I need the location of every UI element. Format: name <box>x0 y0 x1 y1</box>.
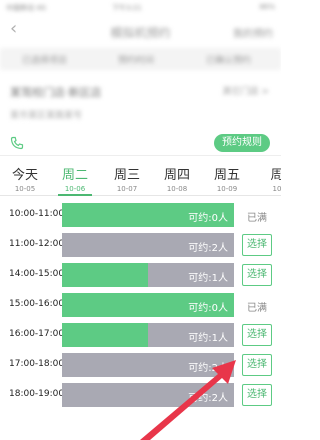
phone-icon[interactable] <box>10 136 24 150</box>
tab-date-label: 10-07 <box>116 185 138 193</box>
slot-full-label: 已满 <box>247 303 267 314</box>
slot-time: 15:00-16:00 <box>9 299 65 309</box>
slot-capacity-bar: 可约:0人 <box>62 203 234 227</box>
slot-time: 10:00-11:00 <box>9 209 65 219</box>
select-slot-button[interactable]: 选择 <box>242 354 272 376</box>
time-slot-row: 10:00-11:00 可约:0人 已满 <box>0 203 281 227</box>
tab-day-2[interactable]: 周三 10-07 <box>102 158 152 196</box>
time-slot-row: 11:00-12:00 可约:2人 选择 <box>0 233 281 257</box>
slot-capacity-text: 可约:0人 <box>188 213 228 224</box>
tab-date-label: 10-06 <box>64 185 86 193</box>
time-slot-row: 14:00-15:00 可约:1人 选择 <box>0 263 281 287</box>
booking-page: 中国移动 4G 下午3:21 86% ‹ 模拟机预约 我的预约 已选择项目 预约… <box>0 0 281 440</box>
tab-date-label: 10-05 <box>14 185 36 193</box>
time-slot-row: 18:00-19:00 可约:2人 选择 <box>0 383 281 407</box>
select-slot-button[interactable]: 选择 <box>242 264 272 286</box>
store-address: 某市某区某路某号 <box>10 111 83 121</box>
slot-time: 14:00-15:00 <box>9 269 65 279</box>
slot-capacity-fill <box>62 323 148 347</box>
tab-day-5[interactable]: 周 10 <box>252 158 281 196</box>
tab-day-1[interactable]: 周二 10-06 <box>50 158 100 196</box>
clock-text: 下午3:21 <box>112 4 142 12</box>
select-slot-button[interactable]: 选择 <box>242 324 272 346</box>
carrier-text: 中国移动 4G <box>6 4 47 12</box>
my-bookings-link[interactable]: 我的预约 <box>233 25 273 40</box>
other-stores-link[interactable]: 其它门店 > <box>223 84 269 97</box>
tab-day-4[interactable]: 周五 10-09 <box>202 158 252 196</box>
slot-capacity-bar: 可约:2人 <box>62 353 234 377</box>
slot-capacity-text: 可约:2人 <box>188 393 228 404</box>
slot-capacity-text: 可约:1人 <box>188 333 228 344</box>
slot-capacity-bar: 可约:2人 <box>62 233 234 257</box>
slot-capacity-bar: 可约:2人 <box>62 383 234 407</box>
time-slot-row: 17:00-18:00 可约:2人 选择 <box>0 353 281 377</box>
slot-capacity-text: 可约:1人 <box>188 273 228 284</box>
tab-date-label: 10-08 <box>166 185 188 193</box>
tab-date-label: 10-09 <box>216 185 238 193</box>
slot-capacity-text: 可约:2人 <box>188 243 228 254</box>
slot-capacity-bar: 可约:1人 <box>62 263 234 287</box>
select-slot-button[interactable]: 选择 <box>242 234 272 256</box>
tab-day-label: 周三 <box>113 168 140 183</box>
slot-time: 11:00-12:00 <box>9 239 65 249</box>
step-1: 已选择项目 <box>22 56 68 66</box>
time-slot-row: 16:00-17:00 可约:1人 选择 <box>0 323 281 347</box>
slot-capacity-text: 可约:0人 <box>188 303 228 314</box>
tab-day-label: 今天 <box>11 168 38 183</box>
tab-day-label: 周二 <box>61 168 88 183</box>
progress-steps: 已选择项目 预约时间 已确认预约 <box>0 48 281 70</box>
tab-day-0[interactable]: 今天 10-05 <box>0 158 50 196</box>
slot-capacity-fill <box>62 263 148 287</box>
tab-day-label: 周 <box>270 168 281 183</box>
time-slot-row: 15:00-16:00 可约:0人 已满 <box>0 293 281 317</box>
nav-bar: ‹ 模拟机预约 我的预约 <box>0 14 281 48</box>
store-name: 某驾校门店·新区店 <box>10 86 102 99</box>
select-slot-button[interactable]: 选择 <box>242 384 272 406</box>
step-2: 预约时间 <box>118 56 155 66</box>
tab-day-3[interactable]: 周四 10-08 <box>152 158 202 196</box>
slot-time: 18:00-19:00 <box>9 389 65 399</box>
slot-capacity-bar: 可约:0人 <box>62 293 234 317</box>
slot-full-label: 已满 <box>247 213 267 224</box>
day-tabs: 今天 10-05 周二 10-06 周三 10-07 周四 10-08 周五 10-09 周 10 <box>0 158 281 196</box>
slot-capacity-text: 可约:2人 <box>188 363 228 374</box>
tab-day-label: 周五 <box>213 168 240 183</box>
status-bar: 中国移动 4G 下午3:21 86% <box>0 0 281 14</box>
slot-time: 16:00-17:00 <box>9 329 65 339</box>
booking-rules-button[interactable]: 预约规则 <box>214 134 270 152</box>
step-3: 已确认预约 <box>206 56 252 66</box>
slot-capacity-bar: 可约:1人 <box>62 323 234 347</box>
tab-date-label: 10 <box>272 185 281 193</box>
slot-time: 17:00-18:00 <box>9 359 65 369</box>
battery-text: 86% <box>259 3 275 11</box>
tab-day-label: 周四 <box>163 168 190 183</box>
